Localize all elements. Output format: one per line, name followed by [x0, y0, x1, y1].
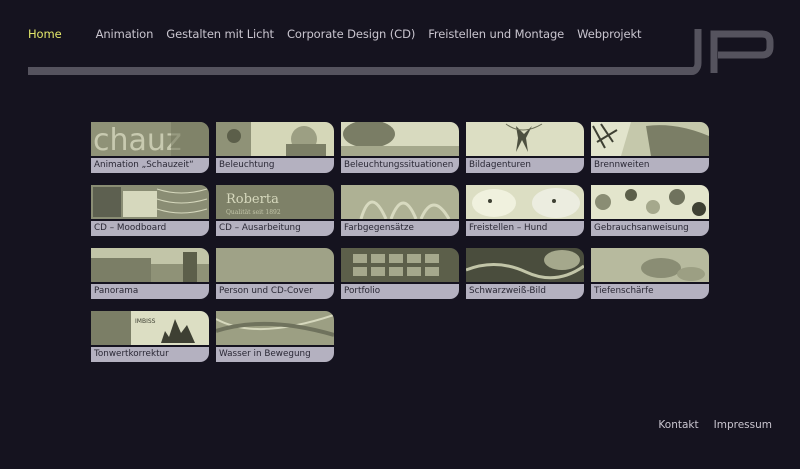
project-thumbnail[interactable]	[216, 248, 334, 282]
project-tile[interactable]: chauz Animation „Schauzeit“	[91, 122, 209, 174]
project-tile[interactable]: Bildagenturen	[466, 122, 584, 174]
project-thumbnail[interactable]	[591, 248, 709, 282]
project-thumbnail[interactable]: Roberta Qualität seit 1892	[216, 185, 334, 219]
project-thumbnail[interactable]	[341, 185, 459, 219]
project-thumbnail[interactable]	[466, 122, 584, 156]
kontakt-link[interactable]: Kontakt	[658, 419, 698, 431]
project-label[interactable]: Tiefenschärfe	[591, 284, 709, 299]
project-tile[interactable]: Beleuchtungssituationen	[341, 122, 459, 174]
project-label[interactable]: Panorama	[91, 284, 209, 299]
project-tile[interactable]: Portfolio	[341, 248, 459, 300]
project-thumbnail[interactable]: chauz	[91, 122, 209, 156]
project-thumbnail[interactable]: IMBISS	[91, 311, 209, 345]
project-tile[interactable]: Schwarzweiß-Bild	[466, 248, 584, 300]
nav-freistellen-und-montage[interactable]: Freistellen und Montage	[428, 27, 564, 41]
project-label[interactable]: CD – Ausarbeitung	[216, 221, 334, 236]
project-label[interactable]: Gebrauchsanweisung	[591, 221, 709, 236]
project-thumbnail[interactable]	[216, 122, 334, 156]
nav-animation[interactable]: Animation	[96, 27, 154, 41]
project-tile[interactable]: Roberta Qualität seit 1892 CD – Ausarbeitu…	[216, 185, 334, 237]
thumb-text: IMBISS	[135, 318, 156, 325]
project-grid: chauz Animation „Schauzeit“ Beleuchtung Bel…	[91, 122, 709, 363]
project-thumbnail[interactable]	[341, 248, 459, 282]
project-tile[interactable]: Gebrauchsanweisung	[591, 185, 709, 237]
project-label[interactable]: Person und CD-Cover	[216, 284, 334, 299]
header-divider	[28, 67, 700, 75]
project-label[interactable]: Bildagenturen	[466, 158, 584, 173]
project-label[interactable]: Freistellen – Hund	[466, 221, 584, 236]
project-tile[interactable]: Panorama	[91, 248, 209, 300]
main-nav: Home Animation Gestalten mit Licht Corpo…	[28, 27, 654, 41]
project-label[interactable]: Beleuchtung	[216, 158, 334, 173]
project-label[interactable]: Wasser in Bewegung	[216, 347, 334, 362]
project-label[interactable]: Portfolio	[341, 284, 459, 299]
thumb-text: chauz	[93, 123, 182, 156]
project-tile[interactable]: IMBISS Tonwertkorrektur	[91, 311, 209, 363]
impressum-link[interactable]: Impressum	[714, 419, 772, 431]
project-thumbnail[interactable]	[91, 248, 209, 282]
project-tile[interactable]: Beleuchtung	[216, 122, 334, 174]
project-thumbnail[interactable]	[341, 122, 459, 156]
nav-corporate-design[interactable]: Corporate Design (CD)	[287, 27, 415, 41]
jp-logo-icon	[684, 29, 774, 73]
project-tile[interactable]: Freistellen – Hund	[466, 185, 584, 237]
project-tile[interactable]: Tiefenschärfe	[591, 248, 709, 300]
nav-gestalten-mit-licht[interactable]: Gestalten mit Licht	[166, 27, 274, 41]
project-label[interactable]: Farbgegensätze	[341, 221, 459, 236]
project-thumbnail[interactable]	[591, 122, 709, 156]
project-thumbnail[interactable]	[466, 185, 584, 219]
thumb-subtext: Qualität seit 1892	[226, 209, 281, 216]
footer-links: Kontakt Impressum	[658, 419, 772, 431]
project-tile[interactable]: Farbgegensätze	[341, 185, 459, 237]
project-label[interactable]: CD – Moodboard	[91, 221, 209, 236]
project-label[interactable]: Schwarzweiß-Bild	[466, 284, 584, 299]
project-thumbnail[interactable]	[591, 185, 709, 219]
project-tile[interactable]: Brennweiten	[591, 122, 709, 174]
thumb-text: Roberta	[226, 192, 279, 207]
project-thumbnail[interactable]	[91, 185, 209, 219]
nav-home[interactable]: Home	[28, 27, 62, 41]
project-label[interactable]: Animation „Schauzeit“	[91, 158, 209, 173]
project-tile[interactable]: Person und CD-Cover	[216, 248, 334, 300]
project-label[interactable]: Beleuchtungssituationen	[341, 158, 459, 173]
project-thumbnail[interactable]	[466, 248, 584, 282]
nav-webprojekt[interactable]: Webprojekt	[577, 27, 641, 41]
project-thumbnail[interactable]	[216, 311, 334, 345]
project-label[interactable]: Tonwertkorrektur	[91, 347, 209, 362]
project-tile[interactable]: Wasser in Bewegung	[216, 311, 334, 363]
project-label[interactable]: Brennweiten	[591, 158, 709, 173]
project-tile[interactable]: CD – Moodboard	[91, 185, 209, 237]
